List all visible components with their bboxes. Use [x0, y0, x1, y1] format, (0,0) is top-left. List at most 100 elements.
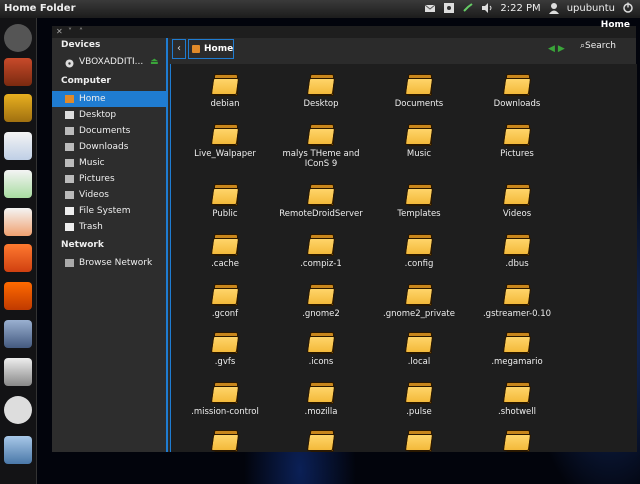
archive-icon[interactable]: [4, 436, 32, 464]
file-item[interactable]: [369, 428, 469, 452]
user-icon[interactable]: [548, 2, 560, 14]
file-name: Downloads: [493, 99, 541, 109]
drive-icon: [65, 207, 74, 215]
file-item[interactable]: Music: [369, 122, 469, 159]
file-manager-window: ✕ ˅ ˄ Home Devices VBOXADDITI... ⏏ Compu…: [52, 20, 637, 452]
mail-icon[interactable]: [424, 2, 436, 14]
file-item[interactable]: .shotwell: [467, 380, 567, 417]
volume-icon[interactable]: [481, 2, 493, 14]
maximize-icon[interactable]: ˄: [79, 27, 83, 36]
file-item[interactable]: Downloads: [467, 72, 567, 109]
file-item[interactable]: .gstreamer-0.10: [467, 282, 567, 319]
file-item[interactable]: Public: [175, 182, 275, 219]
eject-icon[interactable]: ⏏: [150, 54, 159, 70]
folder-icon: [210, 122, 240, 146]
sidebar-item-network[interactable]: Browse Network: [52, 255, 166, 271]
sidebar-item-desktop[interactable]: Desktop: [52, 107, 166, 123]
file-item[interactable]: .icons: [271, 330, 371, 367]
power-icon[interactable]: [622, 2, 634, 14]
ubuntu-one-icon[interactable]: [4, 282, 32, 310]
dash-icon[interactable]: [4, 24, 32, 52]
close-icon[interactable]: ✕: [56, 27, 63, 36]
folder-icon: [210, 380, 240, 404]
file-name: .shotwell: [498, 407, 536, 417]
home-icon: [192, 45, 200, 53]
arrow-left-icon[interactable]: ◀: [548, 44, 558, 54]
user-name[interactable]: upubuntu: [567, 3, 615, 14]
network-icon: [65, 259, 74, 267]
file-item[interactable]: Desktop: [271, 72, 371, 109]
file-item[interactable]: .megamario: [467, 330, 567, 367]
sidebar-item-label: Browse Network: [79, 258, 153, 268]
file-item[interactable]: Documents: [369, 72, 469, 109]
sidebar-item-label: Trash: [79, 222, 103, 232]
file-item[interactable]: Live_Walpaper: [175, 122, 275, 159]
appcenter-icon[interactable]: [4, 244, 32, 272]
file-item[interactable]: [175, 428, 275, 452]
sidebar-item-label: Documents: [79, 126, 131, 136]
disc-icon: [65, 58, 74, 68]
arrow-right-icon[interactable]: ▶: [558, 44, 568, 54]
search-button[interactable]: ⌕Search: [580, 41, 616, 51]
file-item[interactable]: [467, 428, 567, 452]
sidebar-item-videos[interactable]: Videos: [52, 187, 166, 203]
files-icon[interactable]: [4, 58, 32, 86]
sidebar-item-documents[interactable]: Documents: [52, 123, 166, 139]
file-name: .cache: [211, 259, 239, 269]
file-item[interactable]: Templates: [369, 182, 469, 219]
file-item[interactable]: Pictures: [467, 122, 567, 159]
file-item[interactable]: .gvfs: [175, 330, 275, 367]
minimize-icon[interactable]: ˅: [68, 27, 72, 36]
sidebar-item-trash[interactable]: Trash: [52, 219, 166, 235]
folder-icon: [306, 122, 336, 146]
settings-icon[interactable]: [4, 320, 32, 348]
network-icon[interactable]: [443, 2, 455, 14]
folder-icon: [404, 72, 434, 96]
file-name: Pictures: [500, 149, 534, 159]
file-item[interactable]: .mozilla: [271, 380, 371, 417]
sidebar-splitter[interactable]: [166, 38, 168, 452]
file-name: Public: [212, 209, 238, 219]
file-item[interactable]: .gconf: [175, 282, 275, 319]
file-item[interactable]: Videos: [467, 182, 567, 219]
sidebar-item-label: VBOXADDITI...: [79, 57, 144, 67]
sidebar-item-pictures[interactable]: Pictures: [52, 171, 166, 187]
file-name: .gnome2: [302, 309, 340, 319]
back-button[interactable]: ‹: [172, 39, 186, 59]
sidebar-item-device[interactable]: VBOXADDITI... ⏏: [52, 54, 166, 70]
file-item[interactable]: .local: [369, 330, 469, 367]
file-item[interactable]: [271, 428, 371, 452]
bluetooth-icon[interactable]: [462, 2, 474, 14]
breadcrumb-home[interactable]: Home: [188, 39, 234, 59]
folder-icon: [306, 72, 336, 96]
file-item[interactable]: debian: [175, 72, 275, 109]
file-item[interactable]: RemoteDroidServer: [271, 182, 371, 219]
clock[interactable]: 2:22 PM: [500, 3, 540, 14]
folder-icon: [306, 232, 336, 256]
file-item[interactable]: .cache: [175, 232, 275, 269]
desktop-icon: [65, 111, 74, 119]
disc-icon[interactable]: [4, 396, 32, 424]
toolbar: ‹ Home ◀▶ ⌕Search: [168, 38, 636, 62]
sidebar-item-home[interactable]: Home: [52, 91, 166, 107]
file-item[interactable]: .mission-control: [175, 380, 275, 417]
gimp-icon[interactable]: [4, 94, 32, 122]
folder-icon: [65, 159, 74, 167]
file-item[interactable]: .gnome2_private: [369, 282, 469, 319]
file-item[interactable]: .compiz-1: [271, 232, 371, 269]
sidebar-item-downloads[interactable]: Downloads: [52, 139, 166, 155]
file-item[interactable]: .pulse: [369, 380, 469, 417]
folder-icon: [65, 127, 74, 135]
sidebar-item-music[interactable]: Music: [52, 155, 166, 171]
sidebar-item-filesystem[interactable]: File System: [52, 203, 166, 219]
system-tray: 2:22 PM upubuntu: [424, 2, 634, 14]
writer-icon[interactable]: [4, 132, 32, 160]
impress-icon[interactable]: [4, 208, 32, 236]
file-name: Templates: [397, 209, 441, 219]
calc-icon[interactable]: [4, 170, 32, 198]
file-item[interactable]: malys THeme and IConS 9: [271, 122, 371, 169]
desktop-icon[interactable]: [4, 358, 32, 386]
file-item[interactable]: .dbus: [467, 232, 567, 269]
file-item[interactable]: .gnome2: [271, 282, 371, 319]
file-item[interactable]: .config: [369, 232, 469, 269]
